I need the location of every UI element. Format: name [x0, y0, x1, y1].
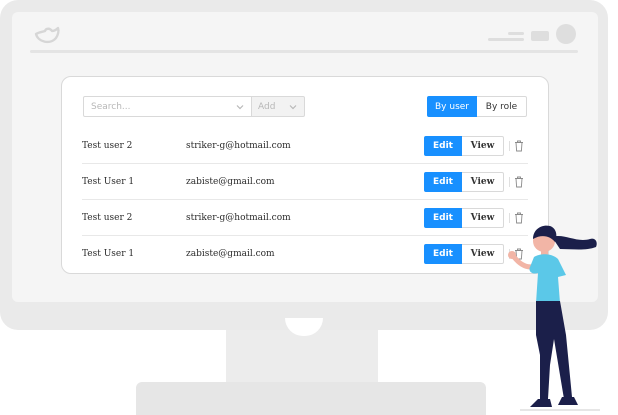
- edit-button[interactable]: Edit: [424, 136, 462, 156]
- view-button[interactable]: View: [462, 208, 504, 228]
- table-row: Test User 1 zabiste@gmail.com Edit View: [82, 164, 528, 200]
- add-select[interactable]: Add: [251, 96, 305, 117]
- chevron-down-icon[interactable]: [288, 102, 298, 112]
- user-name: Test User 1: [82, 177, 135, 187]
- by-user-toggle[interactable]: By user: [427, 96, 477, 117]
- search-input[interactable]: Search...: [83, 96, 252, 117]
- table-row: Test user 2 striker-g@hotmail.com Edit V…: [82, 200, 528, 236]
- trash-icon[interactable]: [514, 176, 524, 188]
- edit-button[interactable]: Edit: [424, 244, 462, 264]
- search-placeholder: Search...: [91, 101, 131, 112]
- view-button[interactable]: View: [462, 136, 504, 156]
- edit-button[interactable]: Edit: [424, 208, 462, 228]
- topbar-divider: [30, 50, 578, 53]
- trash-icon[interactable]: [514, 140, 524, 152]
- window-icon[interactable]: [531, 31, 549, 41]
- by-role-toggle[interactable]: By role: [477, 96, 527, 117]
- user-email: striker-g@hotmail.com: [186, 213, 291, 223]
- user-name: Test user 2: [82, 141, 133, 151]
- edit-button[interactable]: Edit: [424, 172, 462, 192]
- chevron-down-icon[interactable]: [235, 102, 245, 112]
- user-name: Test User 1: [82, 249, 135, 259]
- user-email: zabiste@gmail.com: [186, 177, 275, 187]
- avatar[interactable]: [556, 24, 576, 44]
- divider: [509, 141, 510, 151]
- menu-lines-icon[interactable]: [488, 30, 524, 44]
- user-email: striker-g@hotmail.com: [186, 141, 291, 151]
- user-name: Test user 2: [82, 213, 133, 223]
- woman-illustration: [508, 225, 600, 411]
- divider: [509, 177, 510, 187]
- table-row: Test user 2 striker-g@hotmail.com Edit V…: [82, 128, 528, 164]
- user-email: zabiste@gmail.com: [186, 249, 275, 259]
- monitor-base: [136, 382, 486, 415]
- add-placeholder: Add: [258, 101, 276, 112]
- view-button[interactable]: View: [462, 244, 504, 264]
- users-panel: Search... Add By user By role Test user …: [61, 76, 549, 274]
- view-button[interactable]: View: [462, 172, 504, 192]
- table-row: Test User 1 zabiste@gmail.com Edit View: [82, 236, 528, 272]
- bird-logo-icon[interactable]: [34, 26, 60, 46]
